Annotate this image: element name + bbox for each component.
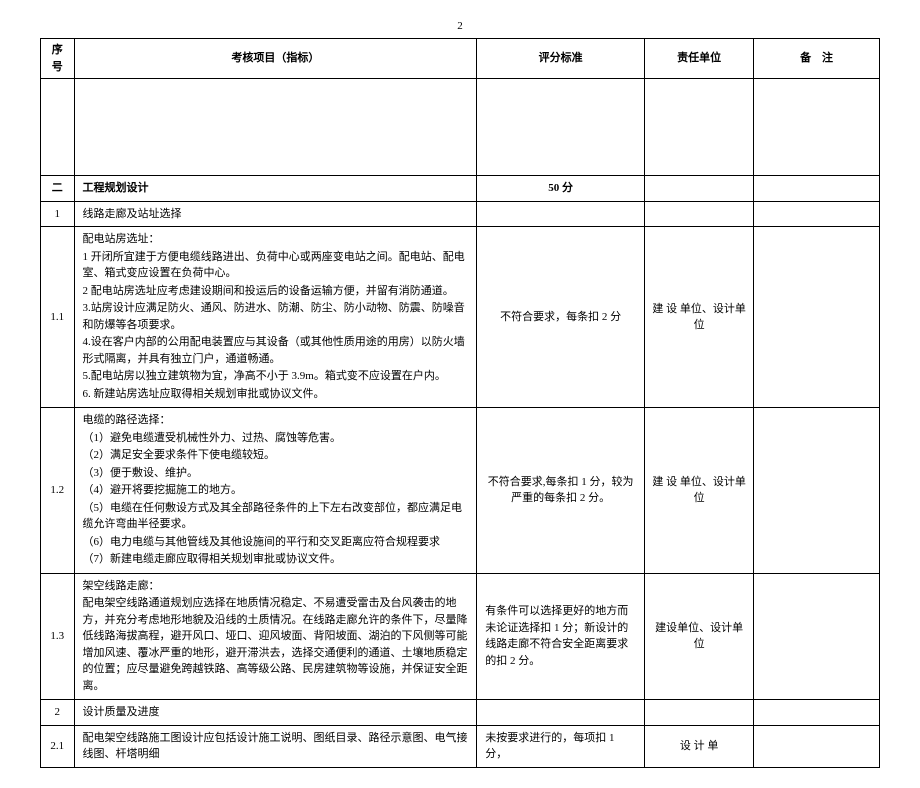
- row-1-3-score: 有条件可以选择更好的地方而未论证选择扣 1 分；新设计的线路走廊不符合安全距离要…: [477, 573, 645, 700]
- row-1-3-resp: 建设单位、设计单位: [645, 573, 754, 700]
- row-1-1-resp: 建 设 单位、设计单位: [645, 227, 754, 408]
- row-1-1-seq: 1.1: [41, 227, 75, 408]
- row-2-1: 2.1 配电架空线路施工图设计应包括设计施工说明、图纸目录、路径示意图、电气接线…: [41, 725, 880, 767]
- row-1-1-score: 不符合要求，每条扣 2 分: [477, 227, 645, 408]
- assessment-table: 序号 考核项目（指标） 评分标准 责任单位 备 注 二 工程规划设计 50 分 …: [40, 38, 880, 768]
- row-2: 2 设计质量及进度: [41, 700, 880, 726]
- header-score: 评分标准: [477, 39, 645, 79]
- header-seq: 序号: [41, 39, 75, 79]
- row-1-3-seq: 1.3: [41, 573, 75, 700]
- row-1-2-score: 不符合要求,每条扣 1 分，较为严重的每条扣 2 分。: [477, 408, 645, 574]
- row-2-seq: 2: [41, 700, 75, 726]
- row-1-3: 1.3 架空线路走廊： 配电架空线路通道规划应选择在地质情况稳定、不易遭受雷击及…: [41, 573, 880, 700]
- row-1-2-seq: 1.2: [41, 408, 75, 574]
- row-2-1-resp: 设 计 单: [645, 725, 754, 767]
- section-2-row: 二 工程规划设计 50 分: [41, 176, 880, 202]
- row-2-title: 设计质量及进度: [74, 700, 477, 726]
- section-2-seq: 二: [41, 176, 75, 202]
- row-2-1-score: 未按要求进行的，每项扣 1 分，: [477, 725, 645, 767]
- header-row: 序号 考核项目（指标） 评分标准 责任单位 备 注: [41, 39, 880, 79]
- row-1-3-content: 架空线路走廊： 配电架空线路通道规划应选择在地质情况稳定、不易遭受雷击及台风袭击…: [74, 573, 477, 700]
- page-number: 2: [40, 20, 880, 32]
- row-1: 1 线路走廊及站址选择: [41, 201, 880, 227]
- header-item: 考核项目（指标）: [74, 39, 477, 79]
- empty-row: [41, 79, 880, 176]
- row-1-1: 1.1 配电站房选址： 1 开闭所宜建于方便电缆线路进出、负荷中心或两座变电站之…: [41, 227, 880, 408]
- row-1-title: 线路走廊及站址选择: [74, 201, 477, 227]
- row-2-1-seq: 2.1: [41, 725, 75, 767]
- section-2-score: 50 分: [477, 176, 645, 202]
- section-2-title: 工程规划设计: [74, 176, 477, 202]
- row-1-seq: 1: [41, 201, 75, 227]
- header-note: 备 注: [754, 39, 880, 79]
- row-1-2-content: 电缆的路径选择： （1）避免电缆遭受机械性外力、过热、腐蚀等危害。 （2）满足安…: [74, 408, 477, 574]
- row-2-1-item: 配电架空线路施工图设计应包括设计施工说明、图纸目录、路径示意图、电气接线图、杆塔…: [74, 725, 477, 767]
- header-resp: 责任单位: [645, 39, 754, 79]
- row-1-2-resp: 建 设 单位、设计单位: [645, 408, 754, 574]
- row-1-1-content: 配电站房选址： 1 开闭所宜建于方便电缆线路进出、负荷中心或两座变电站之间。配电…: [74, 227, 477, 408]
- row-1-2: 1.2 电缆的路径选择： （1）避免电缆遭受机械性外力、过热、腐蚀等危害。 （2…: [41, 408, 880, 574]
